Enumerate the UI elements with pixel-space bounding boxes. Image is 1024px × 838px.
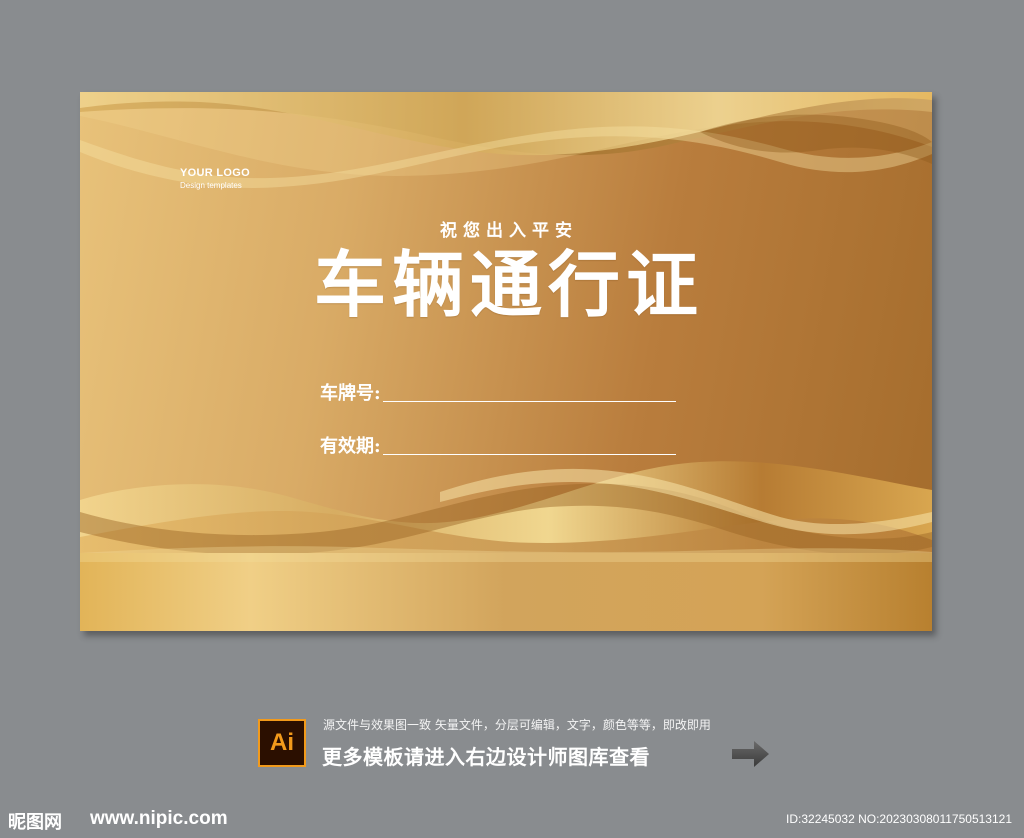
logo-title: YOUR LOGO — [180, 167, 250, 179]
plate-number-field: 车牌号: — [320, 383, 676, 405]
site-name: 昵图网 — [8, 812, 62, 833]
vehicle-pass-card: YOUR LOGO Design templates 祝您出入平安 车辆通行证 … — [80, 92, 932, 631]
site-url[interactable]: www.nipic.com — [90, 808, 228, 830]
more-templates-link[interactable]: 更多模板请进入右边设计师图库查看 — [322, 741, 650, 770]
image-id-text: ID:32245032 NO:20230308011750513121 — [786, 812, 1012, 826]
plate-number-label: 车牌号: — [320, 383, 381, 404]
validity-field: 有效期: — [320, 436, 676, 458]
logo-subtitle: Design templates — [180, 181, 242, 190]
validity-underline — [382, 454, 676, 455]
illustrator-file-icon: Ai — [258, 719, 306, 767]
blessing-subtitle: 祝您出入平安 — [440, 221, 578, 241]
file-description: 源文件与效果图一致 矢量文件，分层可编辑，文字，颜色等等，即改即用 — [323, 718, 711, 732]
validity-label: 有效期: — [320, 436, 381, 457]
page-canvas: YOUR LOGO Design templates 祝您出入平安 车辆通行证 … — [0, 0, 1024, 838]
arrow-right-icon[interactable] — [732, 740, 770, 768]
pass-title: 车辆通行证 — [313, 242, 704, 327]
plate-number-underline — [382, 401, 676, 402]
